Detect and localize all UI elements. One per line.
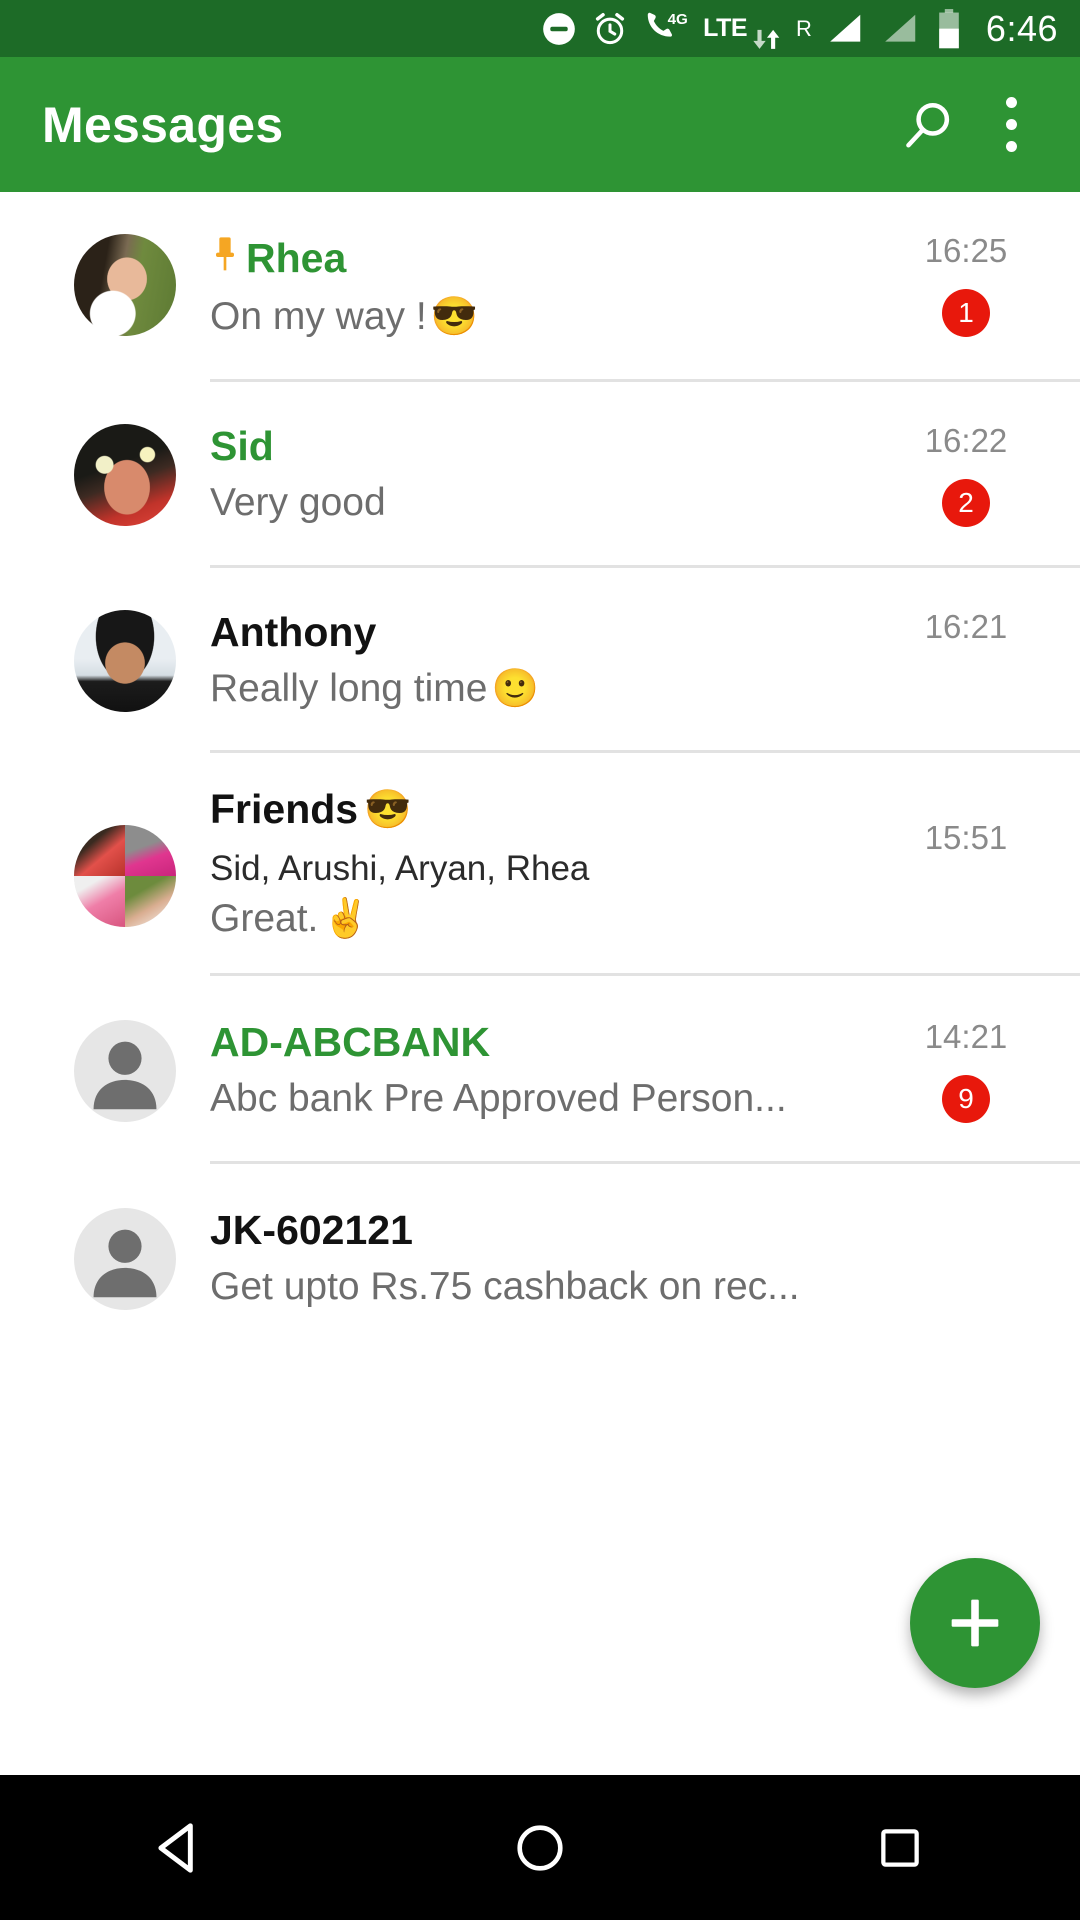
conversation-time: 16:21 [924, 607, 1008, 645]
conversation-meta: 15:51 [886, 787, 1046, 854]
group-name-emoji: 😎 [364, 789, 412, 832]
overflow-dots [1005, 97, 1017, 152]
avatar-container [40, 423, 210, 526]
signal-sim2-icon [880, 10, 922, 48]
compose-new-message-button[interactable] [910, 1558, 1040, 1688]
status-bar-clock: 6:46 [985, 7, 1058, 49]
back-icon[interactable] [80, 1775, 280, 1920]
conversation-text: JK-602121 Get upto Rs.75 cashback on rec… [210, 1206, 886, 1311]
conversation-text: Rhea On my way ! 😎 [210, 234, 886, 341]
conversation-snippet: Get upto Rs.75 cashback on rec... [210, 1264, 800, 1308]
conversation-name: AD-ABCBANK [210, 1018, 491, 1065]
conversation-snippet: Really long time [210, 666, 488, 710]
conversation-name: Anthony [210, 608, 377, 655]
group-avatar-tile [74, 825, 125, 877]
signal-sim1-icon [825, 10, 867, 48]
conversation-name-row: Rhea [210, 234, 874, 284]
do-not-disturb-icon [540, 10, 578, 48]
conversation-time: 16:25 [924, 232, 1008, 269]
group-avatar-tile [74, 876, 125, 928]
unread-badge: 2 [942, 478, 990, 527]
unread-badge: 1 [942, 289, 990, 337]
page-title: Messages [42, 96, 284, 153]
conversation-name: Sid [210, 422, 274, 469]
default-person-avatar[interactable] [74, 1207, 176, 1310]
avatar[interactable] [74, 609, 176, 712]
default-person-avatar[interactable] [74, 1019, 176, 1122]
conversation-snippet: On my way ! [210, 294, 427, 338]
lte-label: LTE [703, 14, 748, 42]
conversation-snippet: Abc bank Pre Approved Person... [210, 1076, 787, 1120]
conversation-name-row: JK-602121 [210, 1206, 874, 1254]
group-members: Sid, Arushi, Aryan, Rhea [210, 849, 590, 889]
conversation-meta: 16:22 2 [886, 424, 1046, 527]
conversation-name-row: Anthony [210, 608, 874, 656]
conversation-time: 16:22 [924, 421, 1008, 459]
table-row[interactable]: JK-602121 Get upto Rs.75 cashback on rec… [0, 1164, 1080, 1311]
conversation-time: 15:51 [924, 819, 1008, 857]
group-avatar-tile [125, 876, 176, 928]
plus-icon [951, 1599, 999, 1647]
lte-data-icon: LTE [703, 6, 783, 52]
conversation-name: JK-602121 [210, 1206, 413, 1253]
conversation-meta: 14:21 9 [886, 1020, 1046, 1123]
conversation-snippet: Great. [210, 897, 319, 941]
conversation-name: Rhea [246, 235, 347, 281]
conversation-snippet-row: On my way ! 😎 [210, 294, 874, 341]
conversation-text: AD-ABCBANK Abc bank Pre Approved Person.… [210, 1018, 886, 1123]
pin-icon [210, 234, 240, 284]
conversation-snippet-row: Really long time 🙂 [210, 666, 874, 713]
conversation-snippet-row: Great. ✌ [210, 896, 874, 943]
group-avatar[interactable] [74, 825, 176, 928]
overflow-dot [1005, 97, 1017, 108]
roaming-icon: R [796, 15, 812, 41]
snippet-emoji: 🙂 [491, 668, 539, 710]
system-navigation-bar [0, 1775, 1080, 1920]
conversation-name-row: Sid [210, 422, 874, 470]
status-bar: 4G LTE R 6:46 [0, 0, 1080, 57]
recents-icon[interactable] [800, 1775, 1000, 1920]
conversation-list[interactable]: Rhea On my way ! 😎 16:25 1 Sid Very good [0, 192, 1080, 1775]
table-row[interactable]: AD-ABCBANK Abc bank Pre Approved Person.… [0, 976, 1080, 1161]
table-row[interactable]: Anthony Really long time 🙂 16:21 [0, 568, 1080, 751]
avatar-container [40, 1207, 210, 1310]
phone-4g-icon: 4G [642, 9, 690, 49]
alarm-icon [591, 10, 629, 48]
conversation-name-row: Friends 😎 [210, 786, 874, 833]
conversation-text: Friends 😎 Sid, Arushi, Aryan, Rhea Great… [210, 786, 886, 943]
conversation-meta: 16:25 1 [886, 234, 1046, 337]
avatar[interactable] [74, 234, 176, 336]
conversation-text: Anthony Really long time 🙂 [210, 608, 886, 713]
table-row[interactable]: Friends 😎 Sid, Arushi, Aryan, Rhea Great… [0, 753, 1080, 972]
avatar-container [40, 234, 210, 336]
snippet-emoji: ✌ [322, 898, 370, 941]
conversation-name-row: AD-ABCBANK [210, 1018, 874, 1066]
svg-text:4G: 4G [668, 11, 688, 28]
group-avatar-tile [125, 825, 176, 877]
conversation-snippet-row: Get upto Rs.75 cashback on rec... [210, 1264, 874, 1311]
conversation-snippet: Very good [210, 480, 386, 524]
home-icon[interactable] [440, 1775, 640, 1920]
search-icon[interactable] [884, 80, 974, 170]
conversation-time: 14:21 [924, 1017, 1008, 1055]
battery-icon [935, 8, 963, 50]
conversation-name: Friends [210, 786, 359, 833]
avatar-container [40, 1019, 210, 1122]
overflow-dot [1005, 141, 1017, 152]
unread-badge: 9 [942, 1074, 990, 1123]
avatar-container [40, 787, 210, 928]
app-bar: Messages [0, 57, 1080, 192]
avatar[interactable] [74, 423, 176, 526]
conversation-meta: 16:21 [886, 610, 1046, 643]
conversation-snippet-row: Very good [210, 480, 874, 527]
avatar-container [40, 609, 210, 712]
overflow-dot [1005, 119, 1017, 130]
table-row[interactable]: Rhea On my way ! 😎 16:25 1 [0, 192, 1080, 379]
conversation-snippet-row: Abc bank Pre Approved Person... [210, 1076, 874, 1123]
table-row[interactable]: Sid Very good 16:22 2 [0, 382, 1080, 565]
conversation-text: Sid Very good [210, 422, 886, 527]
snippet-emoji: 😎 [430, 296, 479, 339]
more-options-icon[interactable] [974, 77, 1048, 173]
